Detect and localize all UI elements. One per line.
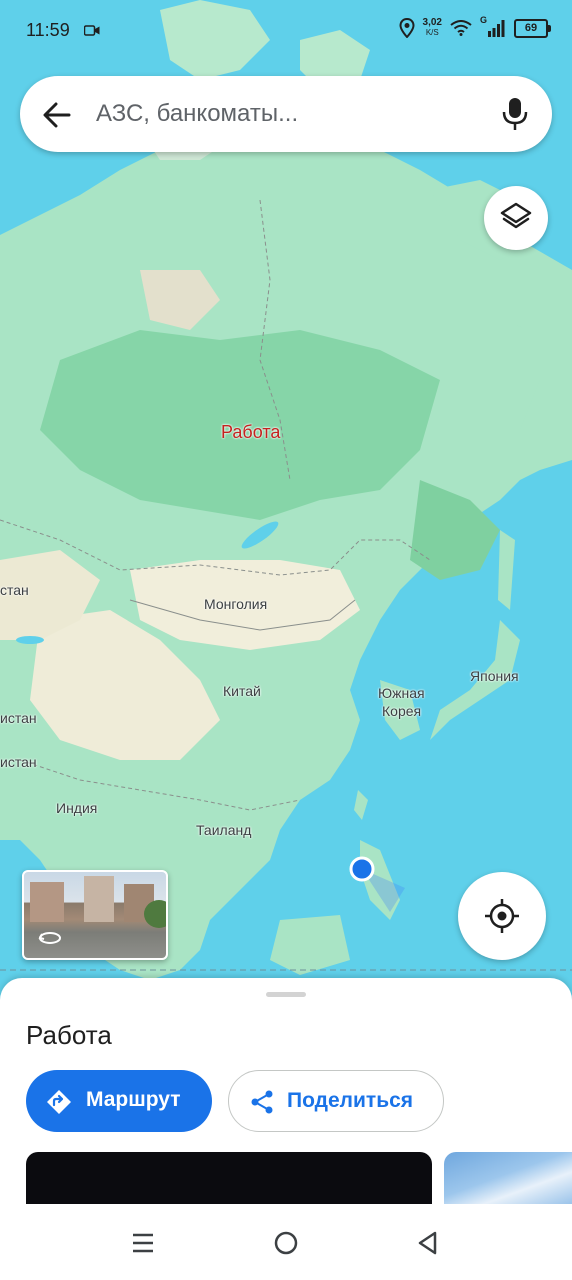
back-arrow-icon[interactable] [42,100,72,130]
country-label-japan[interactable]: Япония [470,668,519,684]
status-icons: 3,02 K/S G 69 [399,15,551,38]
menu-icon[interactable] [131,1232,155,1254]
user-location-dot [349,856,375,882]
streetview-building [84,876,114,922]
country-label-south-korea-2[interactable]: Корея [382,703,421,719]
system-nav-bar [0,1204,572,1280]
layers-icon [500,202,532,229]
battery-icon: 69 [514,18,551,38]
mic-icon[interactable] [502,96,528,132]
video-icon [84,25,100,36]
place-photo[interactable] [26,1152,432,1212]
signal-icon: G [480,15,506,37]
streetview-tree [144,900,166,928]
country-label-mongolia[interactable]: Монголия [204,596,267,612]
place-photo[interactable] [444,1152,572,1212]
battery-level: 69 [524,21,538,34]
share-button-label: Поделиться [287,1089,414,1112]
share-icon [251,1090,273,1114]
status-bar: 11:59 3,02 K/S G 69 [0,0,572,64]
streetview-rotate-icon [38,932,61,944]
map-pin-label[interactable]: Работа [221,422,280,443]
my-location-icon [485,899,519,933]
share-button[interactable]: Поделиться [228,1070,444,1132]
net-speed-unit: K/S [425,28,439,37]
status-time: 11:59 [26,20,70,40]
signal-bars [488,20,505,37]
country-label-china[interactable]: Китай [223,683,261,699]
search-bar[interactable]: АЗС, банкоматы... [20,76,552,152]
home-icon[interactable] [273,1230,299,1256]
layers-button[interactable] [484,186,548,250]
location-status-icon [399,18,415,38]
sheet-drag-handle[interactable] [266,992,306,997]
back-nav-icon[interactable] [416,1230,438,1256]
search-input[interactable]: АЗС, банкоматы... [96,100,298,128]
my-location-button[interactable] [458,872,546,960]
net-speed: 3,02 K/S [423,18,442,38]
country-label-stan-3[interactable]: истан [0,754,37,770]
country-label-india[interactable]: Индия [56,800,97,816]
country-label-south-korea-1[interactable]: Южная [378,685,425,701]
wifi-icon [450,20,472,36]
lake-balkhash [16,636,44,644]
net-speed-value: 3,02 [422,17,442,28]
country-label-stan-2[interactable]: истан [0,710,37,726]
directions-icon [47,1090,71,1114]
place-title: Работа [26,1020,112,1050]
street-view-thumbnail[interactable] [22,870,168,960]
streetview-building [30,882,64,922]
route-button[interactable]: Маршрут [26,1070,212,1132]
country-label-stan-1[interactable]: стан [0,582,29,598]
route-button-label: Маршрут [86,1088,181,1111]
country-label-thailand[interactable]: Таиланд [196,822,251,838]
